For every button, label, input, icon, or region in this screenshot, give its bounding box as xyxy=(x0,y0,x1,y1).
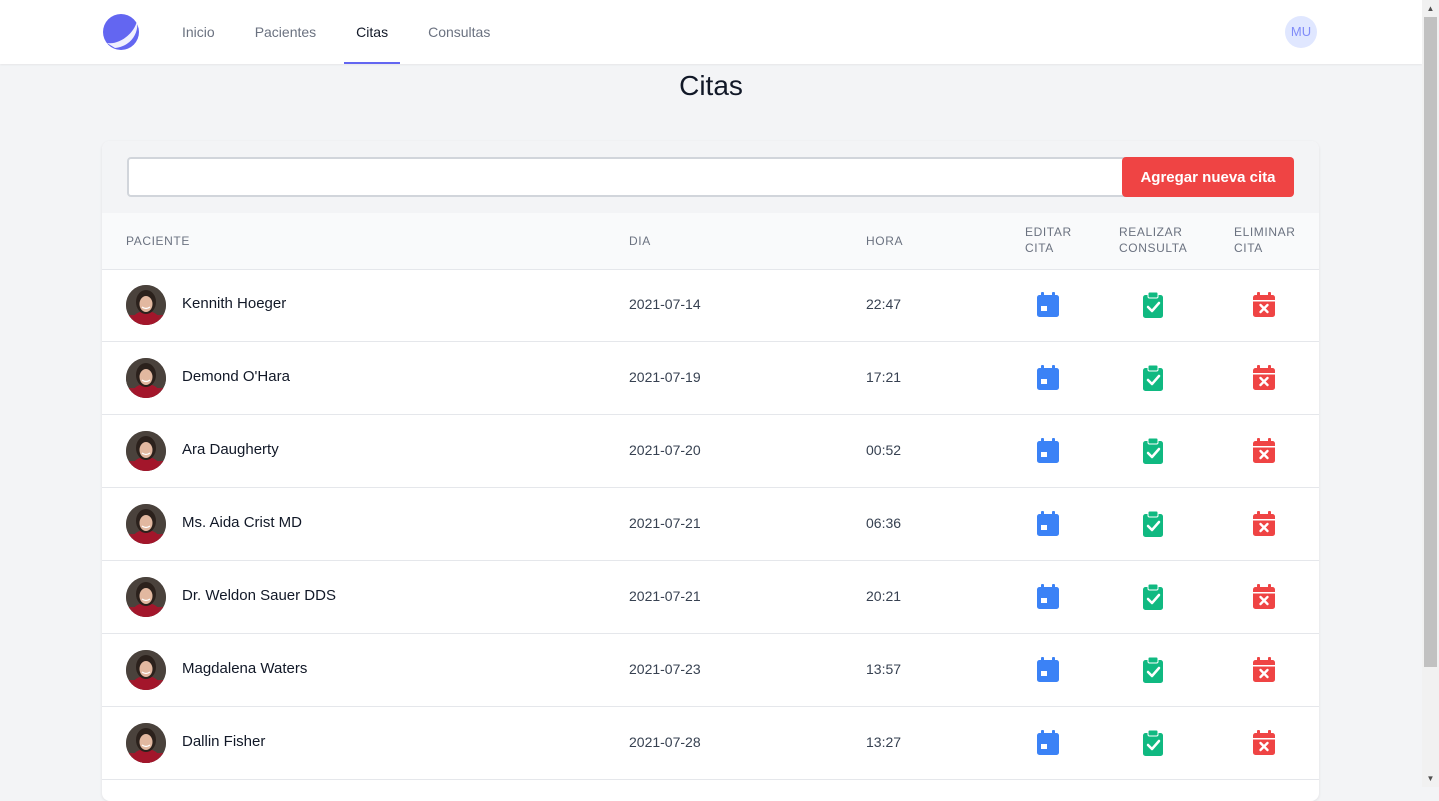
patient-name: Dallin Fisher xyxy=(182,733,266,750)
header-patient: PACIENTE xyxy=(126,234,190,248)
patient-avatar xyxy=(126,358,166,398)
search-input[interactable] xyxy=(127,157,1129,197)
patient-avatar xyxy=(126,431,166,471)
calendar-x-icon[interactable] xyxy=(1252,657,1276,683)
patient-name: Kennith Hoeger xyxy=(182,295,287,312)
main-nav: Inicio Pacientes Citas Consultas xyxy=(168,0,516,64)
appointment-hour: 13:27 xyxy=(866,734,902,750)
table-row: Dr. Weldon Sauer DDS 2021-07-21 20:21 xyxy=(102,561,1319,634)
table-header: PACIENTE DIA HORA EDITAR CITA REALIZAR C… xyxy=(102,213,1319,270)
clipboard-check-icon[interactable] xyxy=(1141,656,1165,683)
page-title: Citas xyxy=(679,70,743,101)
clipboard-check-icon[interactable] xyxy=(1141,583,1165,610)
patient-avatar xyxy=(126,577,166,617)
table-row: Dallin Fisher 2021-07-28 13:27 xyxy=(102,707,1319,780)
scroll-down-arrow-icon[interactable]: ▼ xyxy=(1422,770,1439,787)
calendar-icon[interactable] xyxy=(1036,730,1060,756)
calendar-icon[interactable] xyxy=(1036,584,1060,610)
scroll-up-arrow-icon[interactable]: ▲ xyxy=(1422,0,1439,17)
header-hour: HORA xyxy=(866,234,904,248)
patient-avatar xyxy=(126,650,166,690)
header-consult: REALIZAR CONSULTA xyxy=(1119,225,1188,255)
table-row: Demond O'Hara 2021-07-19 17:21 xyxy=(102,342,1319,415)
page-scrollbar[interactable]: ▲ ▼ xyxy=(1422,0,1439,787)
appointment-hour: 17:21 xyxy=(866,369,902,385)
calendar-icon[interactable] xyxy=(1036,657,1060,683)
clipboard-check-icon[interactable] xyxy=(1141,437,1165,464)
patient-name: Dr. Weldon Sauer DDS xyxy=(182,587,336,604)
nav-item-citas[interactable]: Citas xyxy=(342,0,402,64)
appointment-day: 2021-07-20 xyxy=(629,442,701,458)
table-row: Kennith Hoeger 2021-07-14 22:47 xyxy=(102,269,1319,342)
appointment-day: 2021-07-21 xyxy=(629,515,701,531)
add-appointment-button[interactable]: Agregar nueva cita xyxy=(1122,157,1294,197)
patient-name: Demond O'Hara xyxy=(182,368,290,385)
calendar-icon[interactable] xyxy=(1036,438,1060,464)
header-delete: ELIMINAR CITA xyxy=(1234,225,1296,255)
moon-logo-icon[interactable] xyxy=(101,12,141,52)
patient-name: Magdalena Waters xyxy=(182,660,308,677)
appointment-day: 2021-07-23 xyxy=(629,661,701,677)
clipboard-check-icon[interactable] xyxy=(1141,364,1165,391)
appointment-day: 2021-07-21 xyxy=(629,588,701,604)
nav-item-pacientes[interactable]: Pacientes xyxy=(241,0,330,64)
patient-avatar xyxy=(126,723,166,763)
table-row: Ms. Aida Crist MD 2021-07-21 06:36 xyxy=(102,488,1319,561)
appointments-toolbar: Agregar nueva cita xyxy=(102,141,1319,213)
table-body: Kennith Hoeger 2021-07-14 22:47 Demond O'Ha… xyxy=(102,269,1319,780)
patient-avatar xyxy=(126,285,166,325)
nav-item-inicio[interactable]: Inicio xyxy=(168,0,229,64)
patient-name: Ms. Aida Crist MD xyxy=(182,514,303,531)
user-avatar[interactable]: MU xyxy=(1285,16,1317,48)
appointment-hour: 06:36 xyxy=(866,515,902,531)
appointment-hour: 00:52 xyxy=(866,442,902,458)
patient-name: Ara Daugherty xyxy=(182,441,279,458)
top-navbar: Inicio Pacientes Citas Consultas MU xyxy=(0,0,1422,64)
appointments-card: Agregar nueva cita PACIENTE DIA HORA EDI… xyxy=(102,141,1319,801)
header-day: DIA xyxy=(629,234,651,248)
appointment-day: 2021-07-28 xyxy=(629,734,701,750)
clipboard-check-icon[interactable] xyxy=(1141,729,1165,756)
calendar-x-icon[interactable] xyxy=(1252,292,1276,318)
calendar-x-icon[interactable] xyxy=(1252,584,1276,610)
calendar-x-icon[interactable] xyxy=(1252,365,1276,391)
calendar-x-icon[interactable] xyxy=(1252,438,1276,464)
patient-avatar xyxy=(126,504,166,544)
clipboard-check-icon[interactable] xyxy=(1141,291,1165,318)
appointment-day: 2021-07-14 xyxy=(629,296,701,312)
scroll-thumb[interactable] xyxy=(1424,17,1437,667)
clipboard-check-icon[interactable] xyxy=(1141,510,1165,537)
nav-item-consultas[interactable]: Consultas xyxy=(414,0,504,64)
appointment-hour: 13:57 xyxy=(866,661,902,677)
calendar-icon[interactable] xyxy=(1036,292,1060,318)
calendar-icon[interactable] xyxy=(1036,511,1060,537)
appointment-day: 2021-07-19 xyxy=(629,369,701,385)
calendar-icon[interactable] xyxy=(1036,365,1060,391)
table-row: Ara Daugherty 2021-07-20 00:52 xyxy=(102,415,1319,488)
calendar-x-icon[interactable] xyxy=(1252,511,1276,537)
appointment-hour: 20:21 xyxy=(866,588,902,604)
appointment-hour: 22:47 xyxy=(866,296,902,312)
header-edit: EDITAR CITA xyxy=(1025,225,1072,255)
calendar-x-icon[interactable] xyxy=(1252,730,1276,756)
table-row: Magdalena Waters 2021-07-23 13:57 xyxy=(102,634,1319,707)
